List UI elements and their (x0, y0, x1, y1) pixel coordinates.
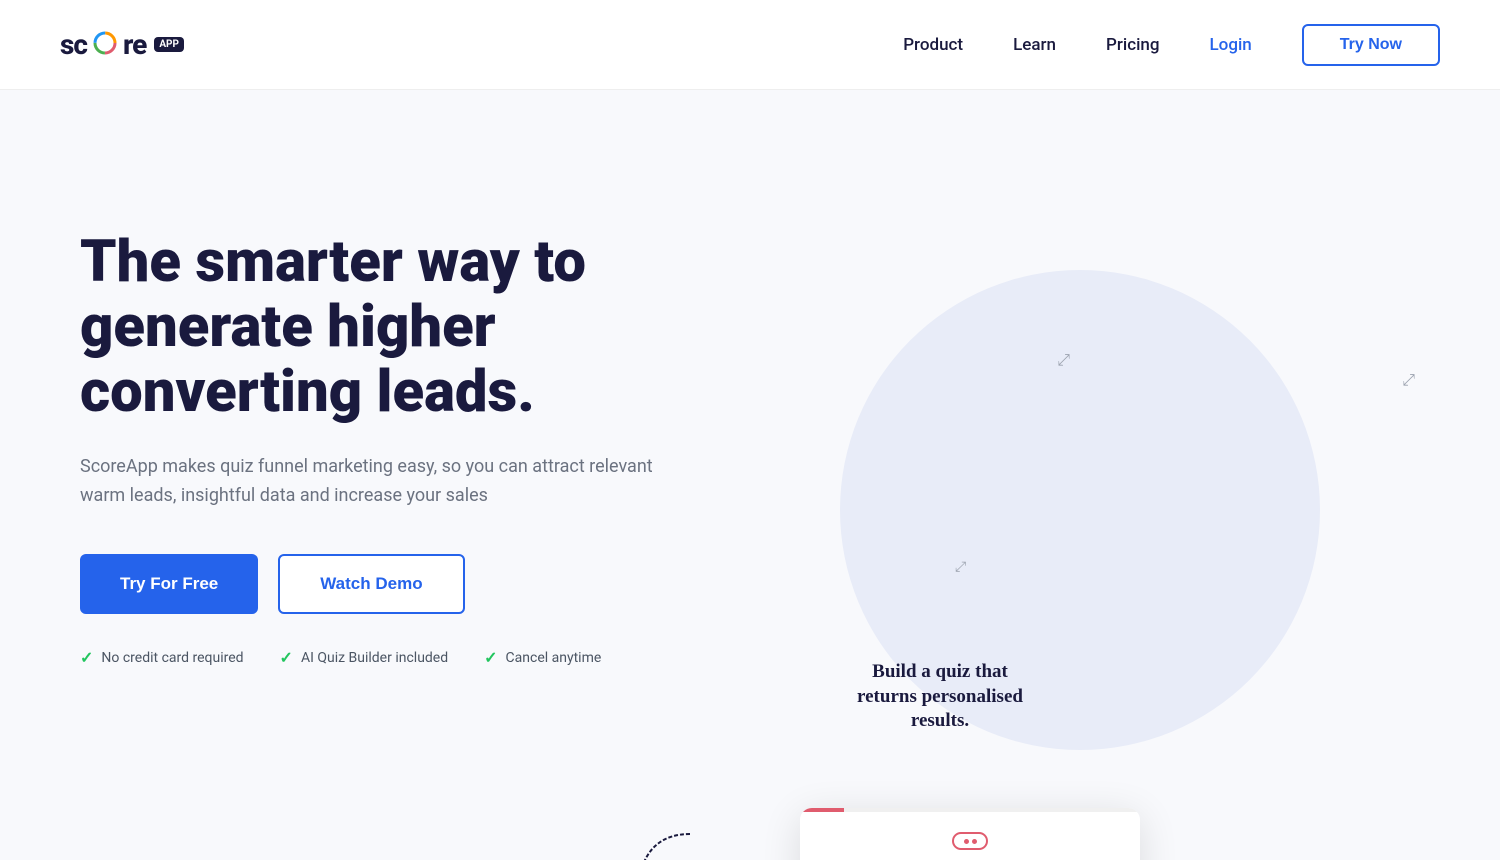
nav-links: Product Learn Pricing Login Try Now (903, 24, 1440, 66)
quiz-logo-dot-2 (972, 839, 977, 844)
expand-icon-results: ⤢ (1402, 370, 1415, 390)
expand-icon-bottom: ⤢ (955, 559, 966, 575)
hero-subtext: ScoreApp makes quiz funnel marketing eas… (80, 453, 660, 511)
logo[interactable]: sc re APP (60, 28, 184, 61)
hero-illustrations: Build a quiz thatreturns personalisedres… (760, 170, 1440, 820)
hero-buttons: Try For Free Watch Demo (80, 554, 760, 614)
check-label-2: AI Quiz Builder included (301, 650, 448, 666)
expand-icon-top: ⤢ (1057, 350, 1070, 370)
quiz-logo-icon (952, 832, 988, 850)
hero-headline: The smarter way to generate higher conve… (80, 230, 700, 425)
logo-text-re: re (123, 28, 146, 61)
checkmark-icon-2: ✓ (280, 648, 293, 667)
nav-learn[interactable]: Learn (1013, 35, 1056, 55)
try-for-free-button[interactable]: Try For Free (80, 554, 258, 614)
nav-try-now-button[interactable]: Try Now (1302, 24, 1440, 66)
annotation-arrow-1 (620, 824, 700, 860)
logo-text: sc (60, 28, 87, 61)
check-cancel: ✓ Cancel anytime (484, 648, 601, 667)
logo-o (93, 31, 117, 59)
quiz-card-header (800, 812, 1140, 860)
quiz-logo-dot-1 (964, 839, 969, 844)
check-label-3: Cancel anytime (506, 650, 602, 666)
nav-pricing[interactable]: Pricing (1106, 35, 1160, 55)
background-blob (840, 270, 1320, 750)
check-no-credit-card: ✓ No credit card required (80, 648, 244, 667)
hero-section: The smarter way to generate higher conve… (0, 90, 1500, 860)
hero-left: The smarter way to generate higher conve… (80, 170, 760, 667)
quiz-question-card: ← BACK Do you measure your daily calorie… (800, 808, 1140, 860)
check-ai-quiz: ✓ AI Quiz Builder included (280, 648, 449, 667)
nav-login[interactable]: Login (1210, 35, 1252, 55)
nav-product[interactable]: Product (903, 35, 963, 55)
checkmark-icon-3: ✓ (484, 648, 497, 667)
check-label-1: No credit card required (101, 650, 243, 666)
checkmark-icon: ✓ (80, 648, 93, 667)
logo-app-badge: APP (154, 37, 184, 52)
hero-checks: ✓ No credit card required ✓ AI Quiz Buil… (80, 648, 760, 667)
watch-demo-button[interactable]: Watch Demo (278, 554, 464, 614)
navigation: sc re APP Product Learn Pricing Login Tr… (0, 0, 1500, 90)
logo-circle-icon (93, 31, 117, 55)
